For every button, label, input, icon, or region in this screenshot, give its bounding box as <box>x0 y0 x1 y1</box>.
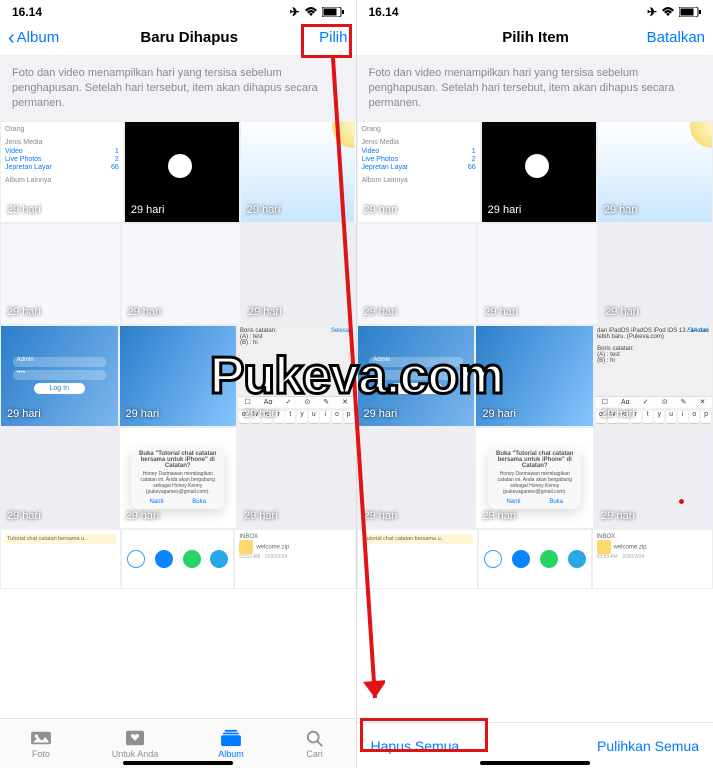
grid-thumb[interactable]: Tutorial chat catatan bersama u.. <box>0 529 121 589</box>
grid-thumb[interactable]: 29 hari <box>121 223 242 325</box>
back-button[interactable]: ‹ Album <box>8 29 59 46</box>
grid-thumb[interactable]: Admin •••• Log In 29 hari <box>0 325 119 427</box>
days-remaining: 29 hari <box>131 204 165 216</box>
grid-thumb[interactable]: 29 hari <box>594 427 713 529</box>
grid-thumb[interactable]: 29 hari <box>481 121 597 223</box>
tab-untuk-anda[interactable]: Untuk Anda <box>112 729 159 759</box>
status-bar: 16.14 ✈ <box>357 0 713 20</box>
grid-thumb[interactable]: Tutorial chat catatan bersama u.. <box>357 529 479 589</box>
grid-thumb[interactable]: 29 hari <box>124 121 240 223</box>
grid-thumb[interactable]: Buka "Tutorial chat catatan bersama untu… <box>119 427 238 529</box>
info-notice: Foto dan video menampilkan hari yang ter… <box>357 56 713 121</box>
wifi-icon <box>304 7 318 17</box>
grid-thumb[interactable]: 29 hari <box>357 223 478 325</box>
grid-thumb[interactable]: dan iPadOS iPadOS iPod iOS 13 / 14 dan l… <box>594 325 713 427</box>
grid-thumb[interactable]: 29 hari <box>241 223 356 325</box>
tab-cari[interactable]: Cari <box>304 729 326 759</box>
grid-thumb[interactable]: 29 hari <box>477 223 598 325</box>
wifi-icon <box>661 7 675 17</box>
annotation-box-hapus <box>360 718 488 752</box>
grid-thumb[interactable]: 29 hari <box>598 223 713 325</box>
annotation-box-pilih <box>301 24 352 58</box>
tab-album[interactable]: Album <box>218 729 244 759</box>
grid-thumb[interactable]: 29 hari <box>597 121 713 223</box>
grid-thumb[interactable]: Orang Jenis Media Video1 Live Photos2 Je… <box>357 121 481 223</box>
grid-thumb[interactable]: 29 hari <box>0 223 121 325</box>
grid-thumb[interactable]: 29 hari <box>237 427 356 529</box>
grid-thumb[interactable]: Orang Jenis Media Video1 Live Photos2 Je… <box>0 121 124 223</box>
tab-foto[interactable]: Foto <box>30 729 52 759</box>
grid-thumb[interactable]: 29 hari <box>0 427 119 529</box>
home-indicator[interactable] <box>123 761 233 765</box>
info-notice: Foto dan video menampilkan hari yang ter… <box>0 56 356 121</box>
watermark-text: Pukeva.com <box>210 346 504 406</box>
grid-thumb[interactable]: Buka "Tutorial chat catatan bersama untu… <box>475 427 594 529</box>
nav-title: Pilih Item <box>502 29 569 46</box>
grid-thumb[interactable] <box>121 529 234 589</box>
battery-icon <box>322 7 344 17</box>
nav-title: Baru Dihapus <box>140 29 238 46</box>
grid-thumb[interactable]: INBOXwelcome.zip03:53 AM · 2020/3/24 <box>592 529 713 589</box>
airplane-icon: ✈ <box>647 5 657 19</box>
cancel-button[interactable]: Batalkan <box>647 29 705 46</box>
days-remaining: 29 hari <box>247 204 281 216</box>
status-time: 16.14 <box>12 5 42 19</box>
grid-thumb[interactable]: INBOX welcome.zip 03:53 AM · 2020/3/24 <box>234 529 355 589</box>
photo-grid: Orang Jenis Media Video1 Live Photos2 Je… <box>0 121 356 718</box>
grid-thumb[interactable]: 29 hari <box>240 121 356 223</box>
grid-thumb[interactable]: 29 hari <box>357 427 476 529</box>
battery-icon <box>679 7 701 17</box>
home-indicator[interactable] <box>480 761 590 765</box>
status-time: 16.14 <box>369 5 399 19</box>
photo-grid: Orang Jenis Media Video1 Live Photos2 Je… <box>357 121 713 722</box>
grid-thumb[interactable] <box>478 529 592 589</box>
airplane-icon: ✈ <box>289 5 299 19</box>
days-remaining: 29 hari <box>7 204 41 216</box>
back-label: Album <box>17 29 60 46</box>
restore-all-button[interactable]: Pulihkan Semua <box>597 738 699 754</box>
status-bar: 16.14 ✈ <box>0 0 356 20</box>
nav-bar: Pilih Item Batalkan <box>357 20 713 56</box>
